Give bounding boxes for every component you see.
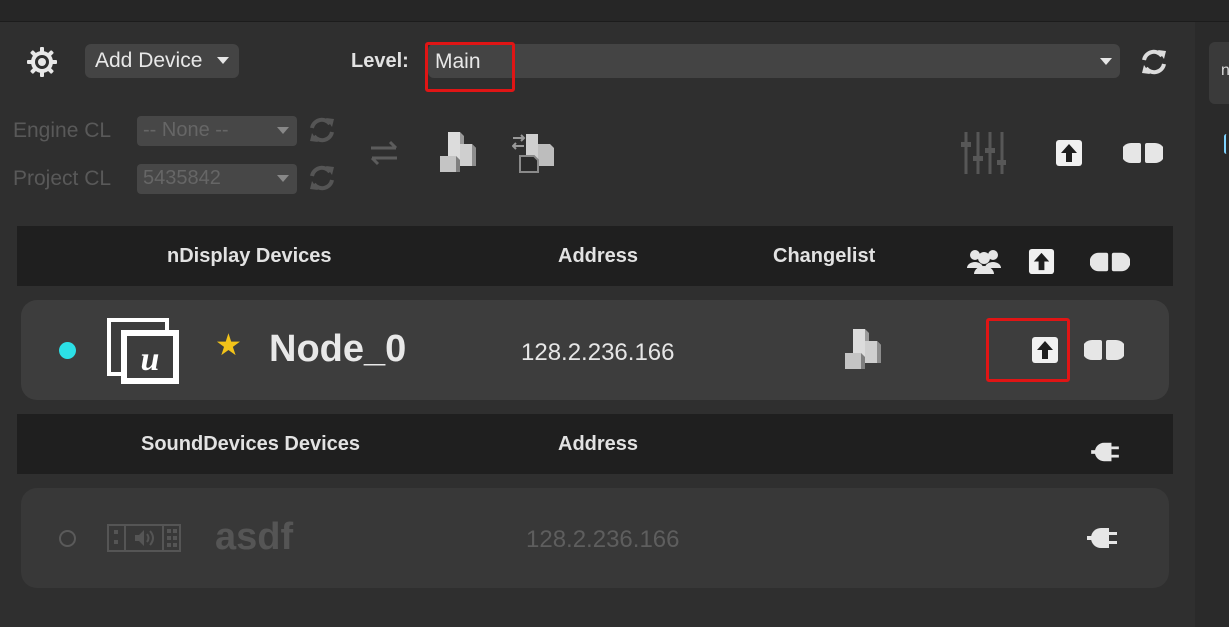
- right-panel-strip: [1195, 22, 1229, 627]
- level-label: Level:: [351, 50, 409, 72]
- device-address: 128.2.236.166: [521, 339, 675, 366]
- add-device-button[interactable]: Add Device: [85, 44, 239, 78]
- favorite-star-icon[interactable]: ★: [215, 328, 242, 363]
- project-cl-label: Project CL: [13, 167, 112, 190]
- plug-icon[interactable]: [1090, 440, 1120, 464]
- level-select[interactable]: Main: [428, 44, 1120, 78]
- engine-cl-select[interactable]: -- None --: [137, 116, 297, 146]
- right-panel-indicator: [1224, 134, 1229, 154]
- blocks-icon[interactable]: [841, 327, 883, 371]
- swap-icon[interactable]: [368, 138, 400, 168]
- project-cl-value: 5435842: [143, 167, 221, 189]
- refresh-icon[interactable]: [307, 163, 337, 193]
- sound-device-row[interactable]: asdf 128.2.236.166: [21, 488, 1169, 588]
- sliders-icon[interactable]: [960, 130, 1006, 176]
- upload-icon[interactable]: [1031, 336, 1059, 364]
- device-name: Node_0: [269, 328, 407, 370]
- top-bar: [0, 0, 1229, 22]
- plug-icon[interactable]: [1084, 336, 1124, 364]
- level-highlight-box: [425, 42, 515, 92]
- ndisplay-device-row[interactable]: u ★ Node_0 128.2.236.166: [21, 300, 1169, 400]
- sound-address-header: Address: [558, 433, 639, 455]
- engine-cl-label: Engine CL: [13, 119, 112, 142]
- chevron-down-icon: [277, 127, 289, 134]
- plug-icon[interactable]: [1087, 525, 1117, 551]
- blocks-sync-icon[interactable]: [512, 130, 556, 174]
- chevron-down-icon: [217, 57, 229, 64]
- add-device-label: Add Device: [95, 49, 203, 72]
- ndisplay-devices-header: nDisplay Devices: [167, 245, 332, 267]
- plug-icon[interactable]: [1123, 139, 1163, 167]
- refresh-icon[interactable]: [1139, 47, 1169, 77]
- device-name: asdf: [215, 516, 294, 558]
- ndisplay-address-header: Address: [558, 245, 639, 267]
- right-panel-tab[interactable]: n: [1209, 42, 1229, 104]
- unreal-logo-icon: u: [107, 318, 179, 384]
- svg-text:u: u: [141, 341, 160, 378]
- sound-devices-header-label: SoundDevices Devices: [141, 433, 360, 455]
- status-indicator: [59, 342, 76, 359]
- chevron-down-icon: [277, 175, 289, 182]
- status-indicator: [59, 530, 76, 547]
- refresh-icon[interactable]: [307, 115, 337, 145]
- ndisplay-changelist-header: Changelist: [773, 245, 876, 267]
- sound-devices-header: SoundDevices Devices Address: [17, 414, 1173, 474]
- ndisplay-header: nDisplay Devices Address Changelist: [17, 226, 1173, 286]
- upload-icon[interactable]: [1055, 139, 1083, 167]
- project-cl-select[interactable]: 5435842: [137, 164, 297, 194]
- users-icon[interactable]: [967, 246, 1001, 274]
- right-panel-tab-label: n: [1221, 62, 1229, 79]
- engine-cl-value: -- None --: [143, 119, 229, 141]
- plug-icon[interactable]: [1090, 249, 1130, 275]
- chevron-down-icon: [1100, 58, 1112, 65]
- gear-icon[interactable]: [26, 46, 58, 78]
- upload-icon[interactable]: [1028, 248, 1055, 275]
- device-address: 128.2.236.166: [526, 526, 680, 553]
- blocks-icon[interactable]: [436, 130, 478, 174]
- sound-device-icon: [107, 524, 181, 552]
